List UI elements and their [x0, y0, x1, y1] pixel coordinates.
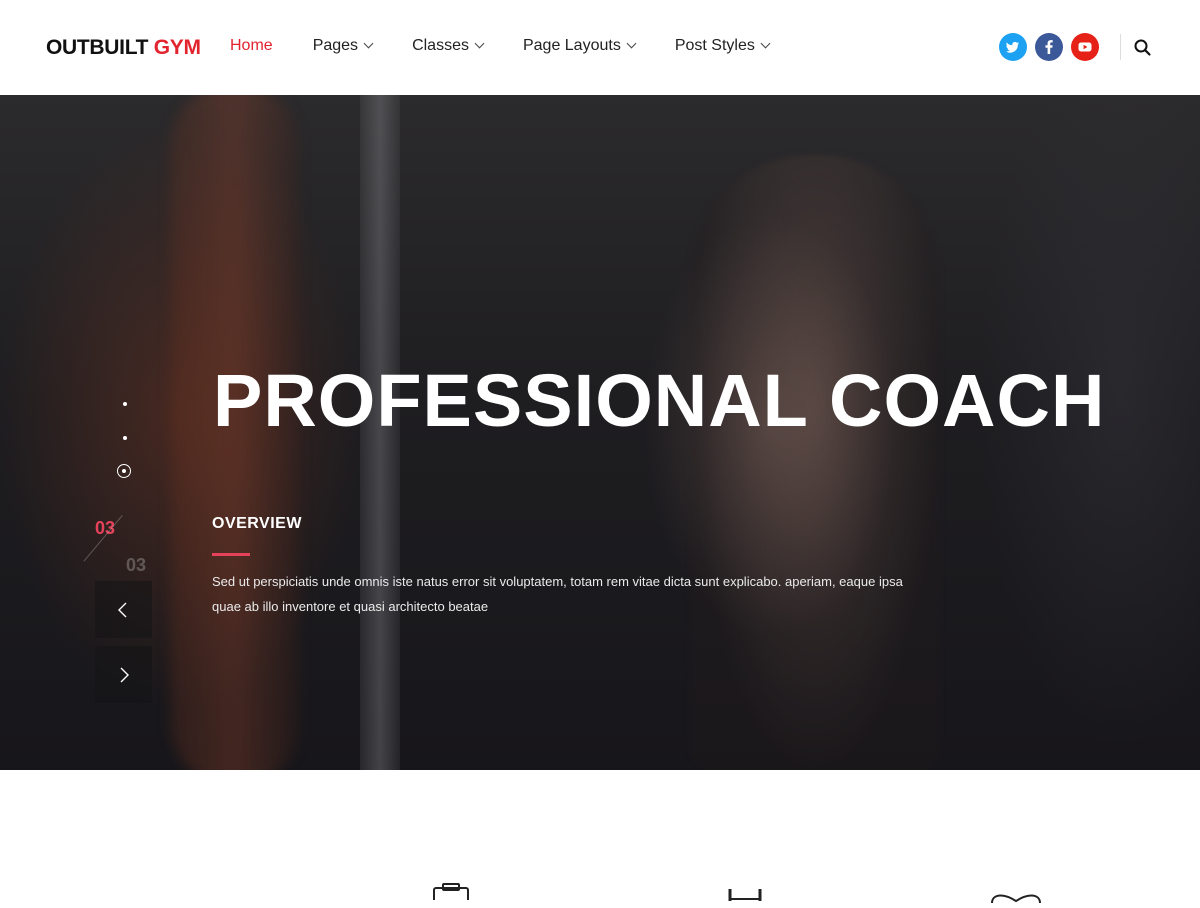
chevron-down-icon: [363, 38, 374, 48]
logo-main-text: OUTBUILT: [46, 36, 149, 59]
facebook-icon[interactable]: [1035, 33, 1063, 61]
slider-dot-3-active[interactable]: [117, 464, 131, 478]
chevron-right-icon: [120, 667, 129, 683]
overview-text: Sed ut perspiciatis unde omnis iste natu…: [212, 574, 903, 614]
nav-item-label: Page Layouts: [522, 37, 621, 54]
overview-heading: OVERVIEW: [212, 515, 302, 532]
nav-item-label: Post Styles: [674, 37, 755, 54]
chevron-left-icon: [118, 602, 127, 618]
social-links: [999, 33, 1107, 61]
youtube-icon[interactable]: [1071, 33, 1099, 61]
chevron-down-icon: [474, 38, 485, 48]
slider-dot-2[interactable]: [123, 436, 127, 440]
nav-item-post-styles[interactable]: Post Styles: [674, 37, 771, 55]
header-divider: [1120, 34, 1121, 60]
chevron-down-icon: [626, 38, 637, 48]
hero-title: PROFESSIONAL COACH: [213, 359, 1106, 442]
clipboard-icon: [432, 882, 472, 905]
nav-item-page-layouts[interactable]: Page Layouts: [522, 37, 637, 55]
slide-counter-total: 03: [126, 555, 147, 575]
twitter-icon[interactable]: [999, 33, 1027, 61]
hero-background-athlete: [690, 155, 940, 770]
slider-dot-1[interactable]: [123, 402, 127, 406]
slider-next-button[interactable]: [95, 646, 152, 703]
search-icon[interactable]: [1133, 38, 1153, 58]
dumbbell-icon: [728, 888, 764, 906]
nav-item-pages[interactable]: Pages: [312, 37, 374, 55]
nav-item-label: Pages: [312, 37, 359, 54]
site-logo[interactable]: OUTBUILT GYM: [46, 36, 201, 60]
slider-prev-button[interactable]: [95, 581, 152, 638]
overview-underline: [212, 553, 250, 556]
site-header: OUTBUILT GYM Home Pages Classes Page Lay…: [0, 0, 1200, 96]
nav-item-home[interactable]: Home: [230, 37, 273, 55]
logo-accent-text: GYM: [153, 36, 201, 59]
nav-item-classes[interactable]: Classes: [412, 37, 485, 55]
main-nav: Home Pages Classes Page Layouts Post Sty…: [230, 37, 809, 55]
nav-item-label: Classes: [412, 37, 469, 54]
chevron-down-icon: [760, 38, 771, 48]
nav-item-label: Home: [230, 37, 273, 54]
hero-slider: PROFESSIONAL COACH OVERVIEW Sed ut persp…: [0, 95, 1200, 770]
heart-icon: [990, 890, 1042, 908]
